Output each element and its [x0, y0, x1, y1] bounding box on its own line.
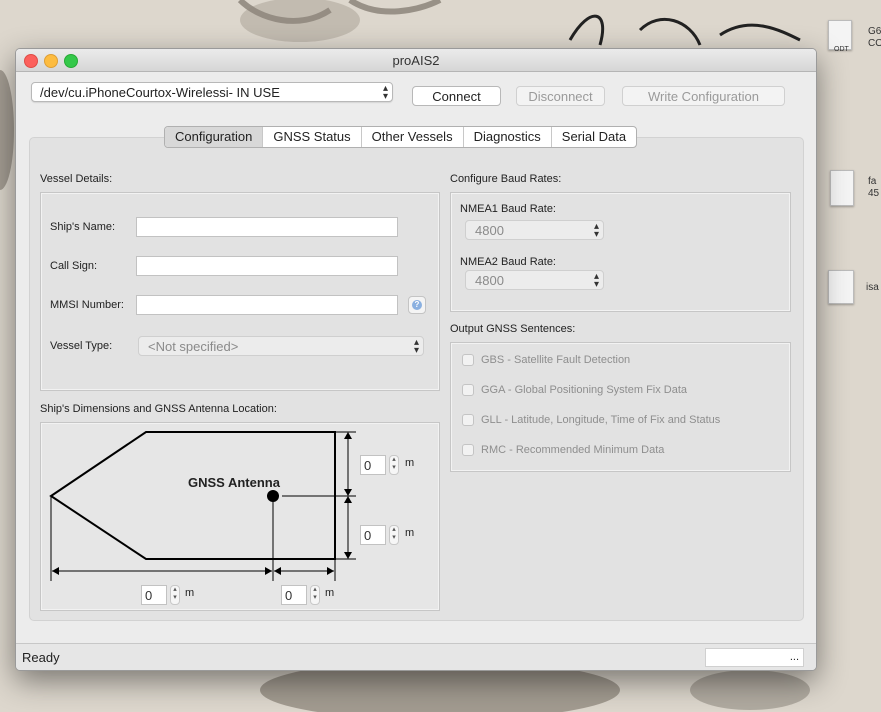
- bow-distance-field[interactable]: 0: [360, 455, 386, 475]
- vessel-type-select[interactable]: <Not specified> ▴ ▾: [138, 336, 424, 356]
- tab-bar: Configuration GNSS Status Other Vessels …: [164, 126, 638, 148]
- nmea2-baud-label: NMEA2 Baud Rate:: [460, 256, 556, 268]
- gga-label: GGA - Global Positioning System Fix Data: [481, 384, 688, 396]
- starboard-distance-unit: m: [325, 587, 335, 599]
- tab-diagnostics[interactable]: Diagnostics: [464, 127, 552, 147]
- bow-distance-unit: m: [405, 457, 415, 469]
- desktop-file-label: isa: [866, 282, 879, 293]
- tab-configuration[interactable]: Configuration: [165, 127, 264, 147]
- tab-other-vessels[interactable]: Other Vessels: [362, 127, 464, 147]
- status-text: Ready: [22, 650, 60, 665]
- up-down-chevron-icon: ▴ ▾: [413, 337, 419, 356]
- stern-distance-field[interactable]: 0: [360, 525, 386, 545]
- ships-name-field[interactable]: [136, 217, 398, 237]
- port-distance-stepper[interactable]: ▴ ▾: [170, 585, 180, 605]
- status-progress-field: ...: [705, 648, 804, 667]
- serial-port-value: /dev/cu.iPhoneCourtox-Wirelessi- IN USE: [40, 85, 280, 100]
- call-sign-field[interactable]: [136, 256, 398, 276]
- stern-distance-unit: m: [405, 527, 415, 539]
- nmea2-baud-value: 4800: [475, 273, 504, 288]
- tab-serial-data[interactable]: Serial Data: [552, 127, 636, 147]
- write-configuration-button[interactable]: Write Configuration: [622, 86, 785, 106]
- disconnect-button[interactable]: Disconnect: [516, 86, 605, 106]
- ships-name-label: Ship's Name:: [50, 221, 116, 233]
- tab-gnss-status[interactable]: GNSS Status: [263, 127, 362, 147]
- gga-checkbox[interactable]: [462, 384, 474, 396]
- status-bar: Ready ...: [16, 643, 816, 670]
- up-down-chevron-icon: ▴ ▾: [382, 83, 388, 102]
- gnss-antenna-marker: [267, 490, 279, 502]
- gnss-sentences-heading: Output GNSS Sentences:: [450, 323, 576, 335]
- port-distance-field[interactable]: 0: [141, 585, 167, 605]
- up-down-chevron-icon: ▴ ▾: [593, 271, 599, 290]
- bow-distance-stepper[interactable]: ▴ ▾: [389, 455, 399, 475]
- vessel-details-heading: Vessel Details:: [40, 173, 113, 185]
- ship-dimension-diagram: [49, 431, 356, 581]
- rmc-label: RMC - Recommended Minimum Data: [481, 444, 665, 456]
- mmsi-help-button[interactable]: ?: [408, 296, 426, 314]
- desktop-file-label: G6: [868, 26, 881, 37]
- desktop-file-icon[interactable]: [828, 270, 854, 304]
- dimensions-heading: Ship's Dimensions and GNSS Antenna Locat…: [40, 403, 277, 415]
- gbs-checkbox[interactable]: [462, 354, 474, 366]
- vessel-type-value: <Not specified>: [148, 339, 239, 354]
- connect-button[interactable]: Connect: [412, 86, 501, 106]
- gll-checkbox[interactable]: [462, 414, 474, 426]
- serial-port-select[interactable]: /dev/cu.iPhoneCourtox-Wirelessi- IN USE …: [31, 82, 393, 102]
- desktop-file-label: fa: [868, 176, 877, 187]
- stern-distance-stepper[interactable]: ▴ ▾: [389, 525, 399, 545]
- mmsi-number-label: MMSI Number:: [50, 299, 124, 311]
- title-bar[interactable]: proAIS2: [16, 49, 816, 72]
- gbs-label: GBS - Satellite Fault Detection: [481, 354, 631, 366]
- rmc-checkbox[interactable]: [462, 444, 474, 456]
- up-down-chevron-icon: ▴ ▾: [593, 221, 599, 240]
- starboard-distance-stepper[interactable]: ▴ ▾: [310, 585, 320, 605]
- nmea1-baud-label: NMEA1 Baud Rate:: [460, 203, 556, 215]
- app-window: proAIS2 /dev/cu.iPhoneCourtox-Wirelessi-…: [15, 48, 817, 671]
- nmea1-baud-select[interactable]: 4800 ▴ ▾: [465, 220, 604, 240]
- desktop-file-icon[interactable]: [830, 170, 854, 206]
- desktop-file-label: ODT: [834, 46, 849, 53]
- port-distance-unit: m: [185, 587, 195, 599]
- starboard-distance-field[interactable]: 0: [281, 585, 307, 605]
- window-title: proAIS2: [392, 53, 440, 68]
- help-icon: ?: [412, 300, 422, 310]
- desktop-file-label: CO: [868, 38, 881, 49]
- nmea2-baud-select[interactable]: 4800 ▴ ▾: [465, 270, 604, 290]
- gnss-antenna-label: GNSS Antenna: [188, 475, 280, 490]
- call-sign-label: Call Sign:: [50, 260, 98, 272]
- desktop-file-label: 45: [868, 188, 880, 199]
- baud-rates-heading: Configure Baud Rates:: [450, 173, 562, 185]
- nmea1-baud-value: 4800: [475, 223, 504, 238]
- vessel-type-label: Vessel Type:: [50, 340, 113, 352]
- gll-label: GLL - Latitude, Longitude, Time of Fix a…: [481, 414, 721, 426]
- mmsi-number-field[interactable]: [136, 295, 398, 315]
